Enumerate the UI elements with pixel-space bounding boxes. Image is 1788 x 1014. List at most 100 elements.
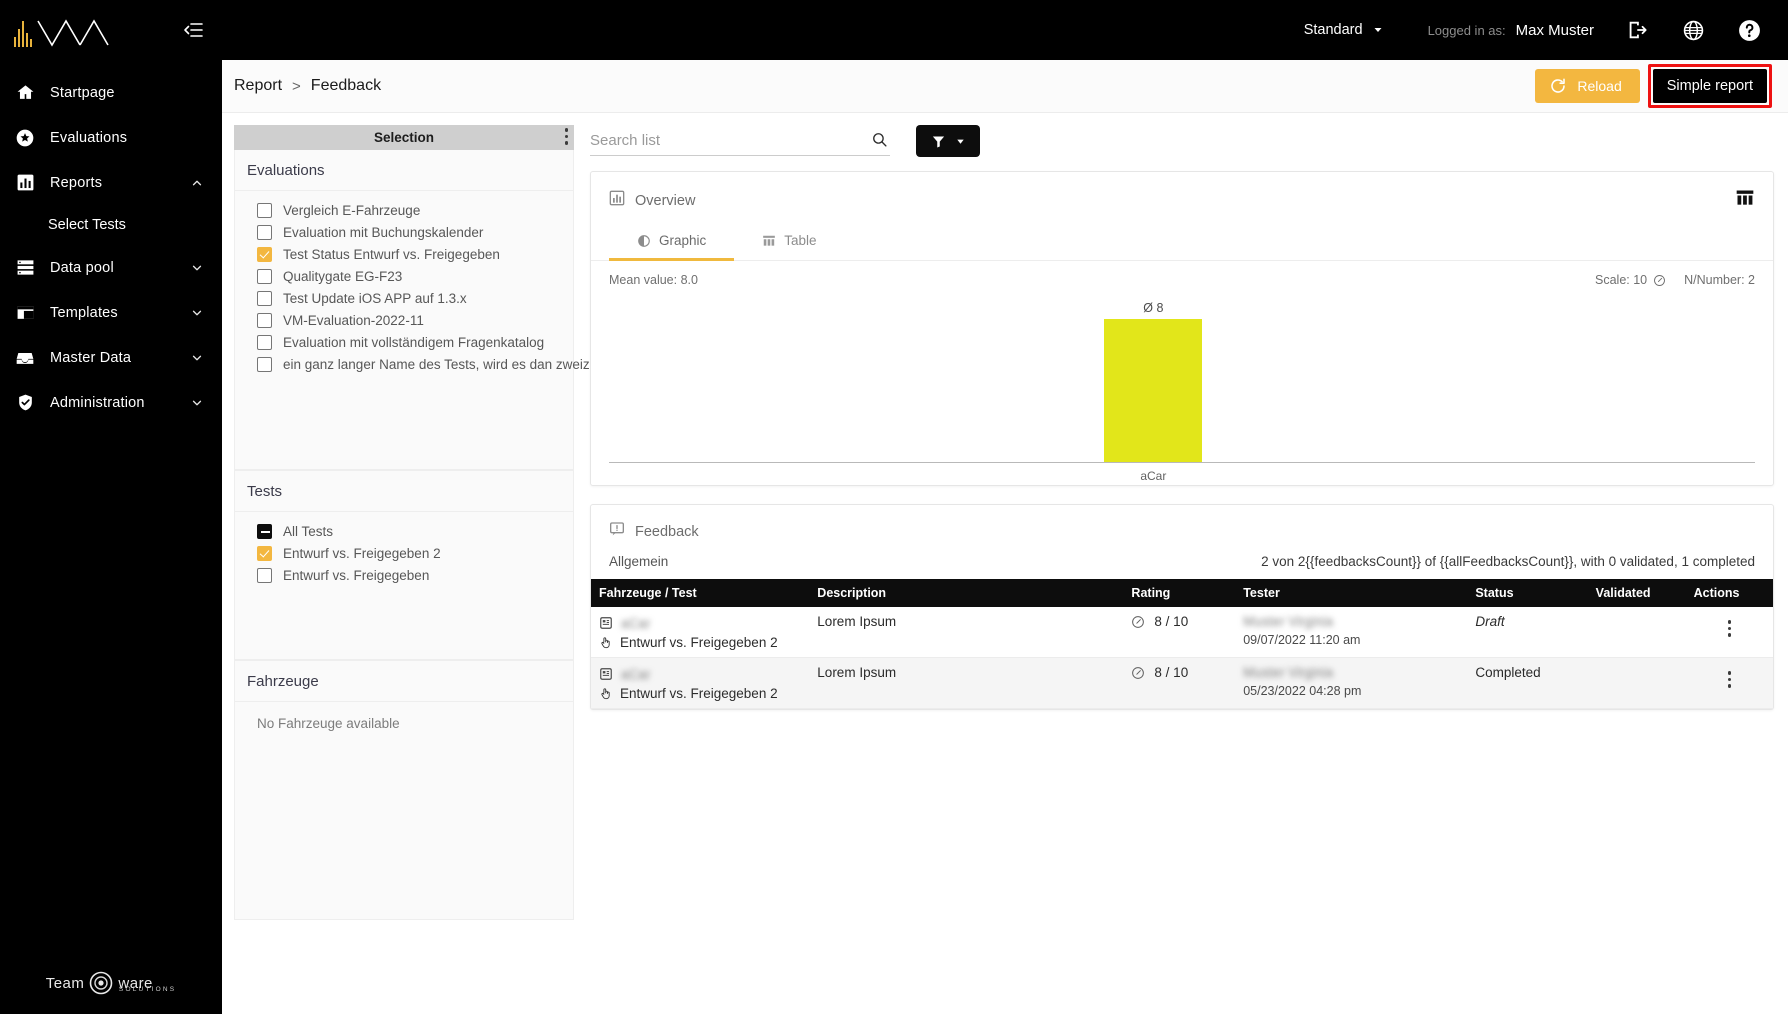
- sidebar-item-startpage[interactable]: Startpage: [0, 70, 222, 115]
- feedback-card: Feedback Allgemein 2 von 2{{feedbacksCou…: [590, 504, 1774, 710]
- sidebar-item-label: Master Data: [50, 349, 132, 366]
- sidebar-item-templates[interactable]: Templates: [0, 290, 222, 335]
- collapse-sidebar-icon[interactable]: [180, 17, 206, 43]
- footer-logo-tagline: SOLUTIONS: [118, 985, 177, 993]
- chevron-down-icon: [190, 306, 204, 320]
- checkbox[interactable]: [257, 312, 272, 328]
- sidebar-item-label: Data pool: [50, 259, 114, 276]
- sidebar-nav: Startpage Evaluations Reports Select Tes…: [0, 70, 222, 425]
- shield-check-icon: [14, 392, 36, 414]
- col-rating[interactable]: Rating: [1123, 579, 1236, 607]
- list-item[interactable]: VM-Evaluation-2022-11: [235, 309, 573, 331]
- overview-title: Overview: [635, 192, 696, 209]
- tab-graphic[interactable]: Graphic: [609, 225, 735, 261]
- selection-group-title: Evaluations: [235, 150, 573, 191]
- sidebar-item-master-data[interactable]: Master Data: [0, 335, 222, 380]
- bar-acar[interactable]: [1104, 319, 1203, 462]
- checkbox[interactable]: [257, 545, 272, 561]
- sidebar: Startpage Evaluations Reports Select Tes…: [0, 0, 222, 1014]
- feedback-table-head: Fahrzeuge / Test Description Rating Test…: [591, 579, 1773, 607]
- breadcrumb-current[interactable]: Feedback: [311, 77, 381, 95]
- tab-label: Table: [784, 233, 817, 248]
- main-area: Standard Logged in as: Max Muster Report…: [222, 0, 1788, 1014]
- checkbox[interactable]: [257, 290, 272, 306]
- col-fahrzeuge-test[interactable]: Fahrzeuge / Test: [591, 579, 810, 607]
- list-item[interactable]: ein ganz langer Name des Tests, wird es …: [235, 353, 614, 375]
- list-item[interactable]: All Tests: [235, 520, 573, 542]
- checkbox[interactable]: [257, 567, 272, 583]
- sidebar-item-data-pool[interactable]: Data pool: [0, 245, 222, 290]
- teamware-emblem-icon: [90, 971, 113, 995]
- list-item-label: Qualitygate EG-F23: [283, 268, 403, 284]
- vehicle-icon: [600, 668, 612, 680]
- cell-tester: Muster Virginia 09/07/2022 11:20 am: [1235, 607, 1467, 658]
- bar-chart-icon: [609, 190, 625, 211]
- row-more-vertical-icon[interactable]: [1694, 665, 1765, 688]
- checkbox[interactable]: [257, 224, 272, 240]
- list-item[interactable]: Test Status Entwurf vs. Freigegeben: [235, 243, 573, 265]
- col-status[interactable]: Status: [1467, 579, 1588, 607]
- search-input[interactable]: [590, 126, 890, 156]
- reload-button-label: Reload: [1577, 78, 1622, 94]
- col-actions[interactable]: Actions: [1685, 579, 1773, 607]
- checkbox[interactable]: [257, 202, 272, 218]
- cell-status: Completed: [1467, 658, 1587, 709]
- simple-report-button[interactable]: Simple report: [1652, 69, 1767, 103]
- selection-list-tests: All Tests Entwurf vs. Freigegeben 2 Entw…: [235, 512, 573, 596]
- help-icon[interactable]: [1734, 15, 1764, 45]
- mode-select[interactable]: Standard: [1304, 22, 1384, 38]
- table-columns-icon[interactable]: [1735, 188, 1755, 213]
- list-item[interactable]: Evaluation mit vollständigem Fragenkatal…: [235, 331, 573, 353]
- sidebar-item-select-tests[interactable]: Select Tests: [0, 205, 222, 245]
- cell-vehicle-test: aCar Entwurf vs. Freigegeben 2: [591, 658, 809, 709]
- logout-icon[interactable]: [1622, 15, 1652, 45]
- row-more-vertical-icon[interactable]: [1694, 614, 1765, 637]
- checkbox[interactable]: [257, 356, 272, 372]
- list-item[interactable]: Qualitygate EG-F23: [235, 265, 573, 287]
- reload-button[interactable]: Reload: [1535, 69, 1640, 103]
- list-item[interactable]: Entwurf vs. Freigegeben 2: [235, 542, 573, 564]
- cell-tester: Muster Virginia 05/23/2022 04:28 pm: [1235, 658, 1467, 709]
- col-validated[interactable]: Validated: [1587, 579, 1686, 607]
- sidebar-item-reports[interactable]: Reports: [0, 160, 222, 205]
- search-icon[interactable]: [871, 131, 888, 153]
- wave-logo[interactable]: [14, 13, 116, 47]
- list-item[interactable]: Entwurf vs. Freigegeben: [235, 564, 573, 586]
- breadcrumb-root[interactable]: Report: [234, 77, 282, 95]
- search-row: [590, 125, 1774, 157]
- sidebar-item-label: Templates: [50, 304, 118, 321]
- selection-group-title: Tests: [235, 471, 573, 512]
- chart-meta-row: Mean value: 8.0 Scale: 10 N/Number: 2: [591, 261, 1773, 287]
- col-tester[interactable]: Tester: [1235, 579, 1468, 607]
- teamware-footer-logo: Team ware SOLUTIONS: [0, 970, 222, 996]
- col-description[interactable]: Description: [809, 579, 1124, 607]
- breadcrumb-bar: Report > Feedback Reload Simple report: [222, 60, 1788, 113]
- globe-icon[interactable]: [1678, 15, 1708, 45]
- overview-card: Overview Graphic Table Mean value: 8.0 S…: [590, 171, 1774, 486]
- list-item[interactable]: Evaluation mit Buchungskalender: [235, 221, 573, 243]
- checkbox[interactable]: [257, 268, 272, 284]
- test-line: Entwurf vs. Freigegeben 2: [599, 635, 801, 650]
- list-item[interactable]: Vergleich E-Fahrzeuge: [235, 199, 573, 221]
- selection-more-vertical-icon[interactable]: [564, 128, 568, 145]
- scale-text: Scale: 10: [1595, 273, 1648, 287]
- funnel-icon: [932, 136, 944, 147]
- feedback-card-header: Feedback: [591, 505, 1773, 550]
- table-icon: [763, 235, 776, 246]
- list-item-label: VM-Evaluation-2022-11: [283, 312, 424, 328]
- tab-table[interactable]: Table: [734, 225, 844, 260]
- checkbox[interactable]: [257, 246, 272, 262]
- sidebar-item-evaluations[interactable]: Evaluations: [0, 115, 222, 160]
- filter-button[interactable]: [916, 125, 980, 157]
- right-column: Overview Graphic Table: [590, 125, 1788, 1014]
- checkbox[interactable]: [257, 334, 272, 350]
- list-item-label: Vergleich E-Fahrzeuge: [283, 202, 421, 218]
- table-row[interactable]: aCar Entwurf vs. Freigegeben 2 Lorem Ips…: [591, 607, 1773, 658]
- checkbox[interactable]: [257, 523, 272, 539]
- list-item-label: ein ganz langer Name des Tests, wird es …: [283, 356, 614, 372]
- layout-icon: [14, 302, 36, 324]
- feedback-table-body: aCar Entwurf vs. Freigegeben 2 Lorem Ips…: [591, 607, 1773, 709]
- sidebar-item-administration[interactable]: Administration: [0, 380, 222, 425]
- list-item[interactable]: Test Update iOS APP auf 1.3.x: [235, 287, 573, 309]
- table-row[interactable]: aCar Entwurf vs. Freigegeben 2 Lorem Ips…: [591, 657, 1773, 709]
